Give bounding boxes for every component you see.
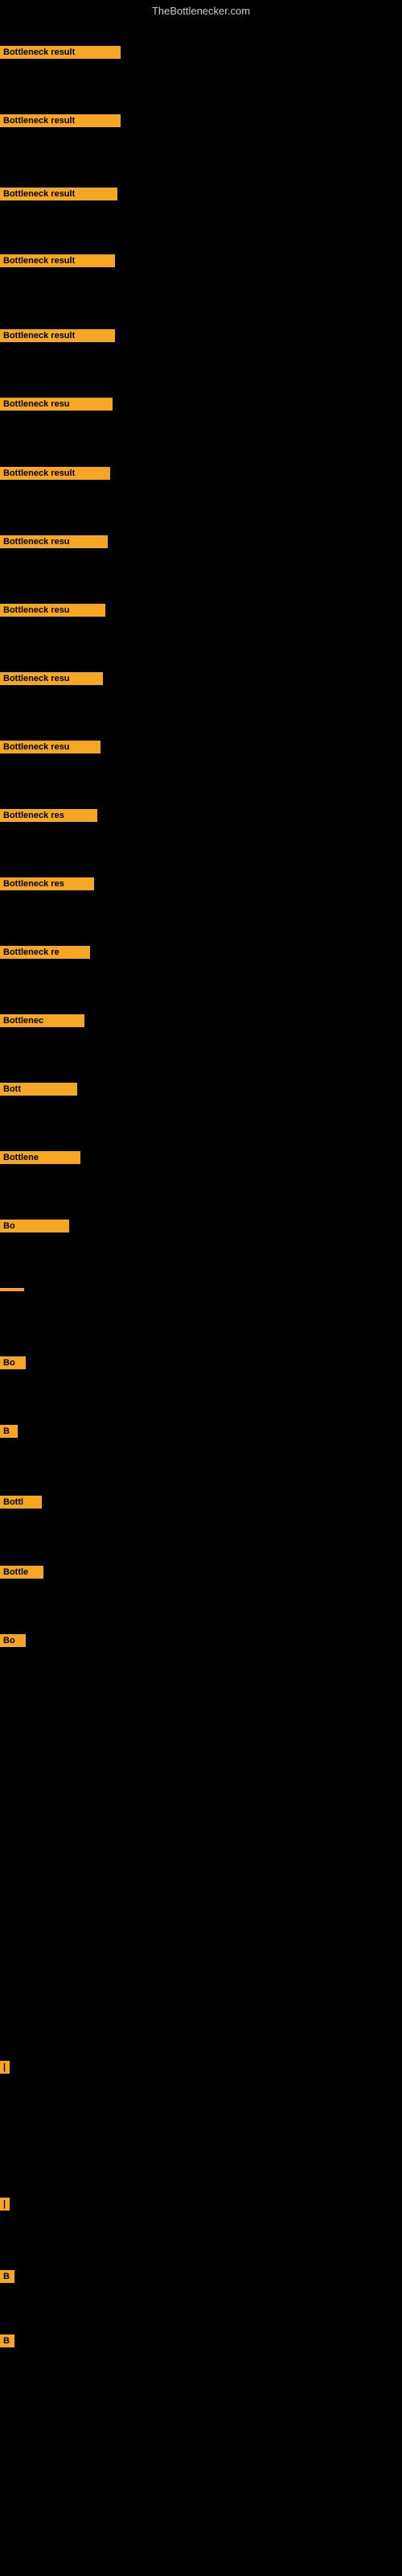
- bottleneck-badge-28: B: [0, 2334, 14, 2347]
- bottleneck-badge-25: |: [0, 2061, 10, 2074]
- bottleneck-badge-7: Bottleneck result: [0, 467, 110, 480]
- bottleneck-badge-15: Bottlenec: [0, 1014, 84, 1027]
- bottleneck-badge-22: Bottl: [0, 1496, 42, 1509]
- bottleneck-badge-26: |: [0, 2198, 10, 2211]
- bottleneck-badge-2: Bottleneck result: [0, 114, 121, 127]
- bottleneck-badge-5: Bottleneck result: [0, 329, 115, 342]
- bottleneck-badge-18: Bo: [0, 1220, 69, 1232]
- bottleneck-badge-3: Bottleneck result: [0, 188, 117, 200]
- bottleneck-badge-24: Bo: [0, 1634, 26, 1647]
- bottleneck-badge-11: Bottleneck resu: [0, 741, 100, 753]
- bottleneck-badge-13: Bottleneck res: [0, 877, 94, 890]
- bottleneck-badge-6: Bottleneck resu: [0, 398, 113, 411]
- bottleneck-badge-27: B: [0, 2270, 14, 2283]
- site-title: TheBottlenecker.com: [152, 5, 250, 17]
- bottleneck-badge-19: [0, 1288, 24, 1291]
- bottleneck-badge-10: Bottleneck resu: [0, 672, 103, 685]
- bottleneck-badge-16: Bott: [0, 1083, 77, 1096]
- bottleneck-badge-9: Bottleneck resu: [0, 604, 105, 617]
- bottleneck-badge-14: Bottleneck re: [0, 946, 90, 959]
- bottleneck-badge-20: Bo: [0, 1356, 26, 1369]
- bottleneck-badge-4: Bottleneck result: [0, 254, 115, 267]
- bottleneck-badge-1: Bottleneck result: [0, 46, 121, 59]
- bottleneck-badge-21: B: [0, 1425, 18, 1438]
- bottleneck-badge-8: Bottleneck resu: [0, 535, 108, 548]
- bottleneck-badge-23: Bottle: [0, 1566, 43, 1579]
- bottleneck-badge-17: Bottlene: [0, 1151, 80, 1164]
- bottleneck-badge-12: Bottleneck res: [0, 809, 97, 822]
